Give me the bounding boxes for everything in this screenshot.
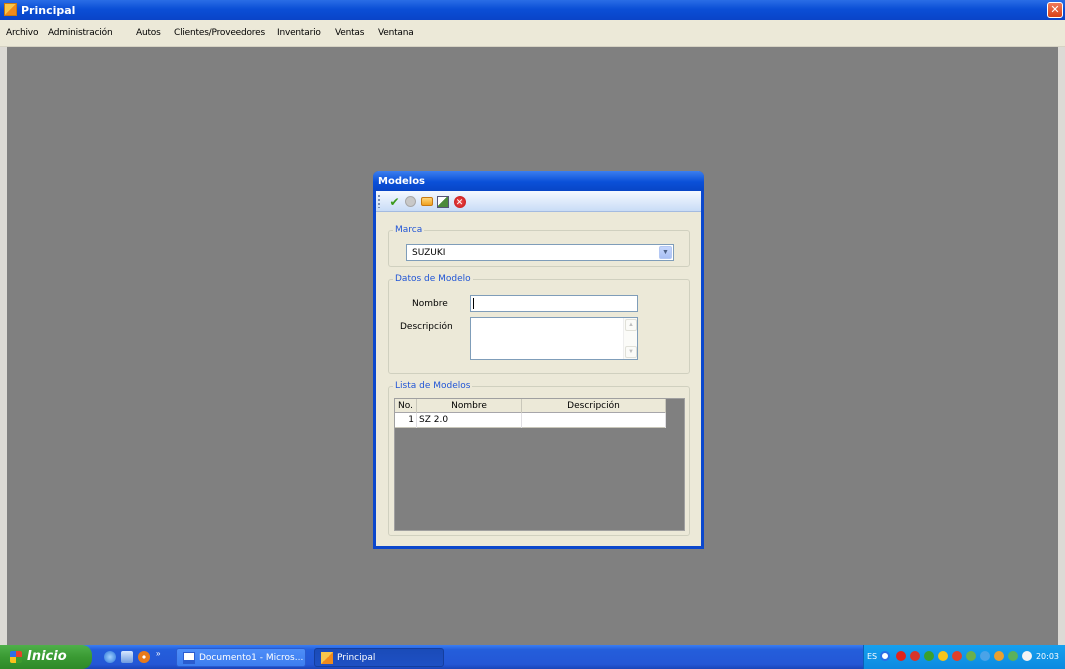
close-circle-icon: ✕ bbox=[453, 195, 466, 208]
scroll-up-icon[interactable]: ▲ bbox=[625, 319, 637, 331]
text-caret bbox=[473, 298, 474, 309]
modelos-window: Modelos ✔ ✕ Marca SUZUKI ▼ Datos de Mode… bbox=[373, 171, 704, 549]
lista-modelos-legend: Lista de Modelos bbox=[393, 381, 473, 391]
cell-nombre[interactable]: SZ 2.0 bbox=[417, 413, 522, 428]
descripcion-label: Descripción bbox=[400, 322, 453, 332]
modelos-title: Modelos bbox=[378, 176, 426, 187]
edit-icon bbox=[420, 197, 433, 206]
internet-explorer-icon[interactable] bbox=[104, 651, 116, 663]
descripcion-textarea[interactable]: ▲ ▼ bbox=[470, 317, 638, 360]
edit-button[interactable] bbox=[419, 194, 434, 209]
menu-inventario[interactable]: Inventario bbox=[277, 28, 321, 38]
start-button[interactable]: Inicio bbox=[0, 645, 92, 669]
nombre-label: Nombre bbox=[412, 299, 448, 309]
tray-icon[interactable] bbox=[952, 651, 962, 661]
datos-modelo-legend: Datos de Modelo bbox=[393, 274, 473, 284]
tray-icon[interactable] bbox=[910, 651, 920, 661]
clock[interactable]: 20:03 bbox=[1036, 652, 1059, 661]
media-player-icon[interactable] bbox=[138, 651, 150, 663]
disabled-circle-icon bbox=[405, 196, 416, 207]
toolbar-grip[interactable] bbox=[378, 195, 380, 208]
tray-icon[interactable] bbox=[980, 651, 990, 661]
close-window-button[interactable]: ✕ bbox=[1047, 2, 1063, 18]
system-tray: ES 20:03 bbox=[863, 645, 1065, 669]
column-header-no[interactable]: No. bbox=[395, 399, 417, 413]
modelos-grid[interactable]: No. Nombre Descripción 1 SZ 2.0 bbox=[394, 398, 685, 531]
task-label: Documento1 - Micros... bbox=[199, 653, 304, 663]
menu-clientes-proveedores[interactable]: Clientes/Proveedores bbox=[174, 28, 265, 38]
task-label: Principal bbox=[337, 653, 376, 663]
app-icon bbox=[321, 652, 333, 664]
start-label: Inicio bbox=[27, 649, 67, 664]
grid-header: No. Nombre Descripción bbox=[395, 399, 666, 413]
descripcion-scrollbar[interactable]: ▲ ▼ bbox=[623, 318, 637, 359]
marca-select-value: SUZUKI bbox=[412, 248, 446, 258]
marca-legend: Marca bbox=[393, 225, 425, 235]
marca-group: Marca SUZUKI ▼ bbox=[388, 225, 690, 267]
tray-icon[interactable] bbox=[994, 651, 1004, 661]
cell-no[interactable]: 1 bbox=[395, 413, 417, 428]
accept-button[interactable]: ✔ bbox=[387, 194, 402, 209]
menubar: Archivo Administración Autos Clientes/Pr… bbox=[0, 20, 1065, 47]
tray-icon[interactable] bbox=[924, 651, 934, 661]
tray-icon[interactable] bbox=[1022, 651, 1032, 661]
app-icon bbox=[4, 3, 17, 16]
export-icon bbox=[436, 195, 449, 208]
tray-icon[interactable] bbox=[896, 651, 906, 661]
menu-ventana[interactable]: Ventana bbox=[378, 28, 414, 38]
window-right-border bbox=[1058, 47, 1065, 645]
menu-autos[interactable]: Autos bbox=[136, 28, 161, 38]
menu-ventas[interactable]: Ventas bbox=[335, 28, 364, 38]
disabled-button[interactable] bbox=[403, 194, 418, 209]
menu-archivo[interactable]: Archivo bbox=[6, 28, 38, 38]
taskbar: Inicio » Documento1 - Micros... Principa… bbox=[0, 645, 1065, 669]
task-button-principal[interactable]: Principal bbox=[314, 648, 444, 667]
window-left-border bbox=[0, 47, 7, 645]
menu-administracion[interactable]: Administración bbox=[48, 28, 113, 38]
lista-modelos-group: Lista de Modelos No. Nombre Descripción … bbox=[388, 381, 690, 536]
tray-icon[interactable] bbox=[966, 651, 976, 661]
column-header-descripcion[interactable]: Descripción bbox=[522, 399, 666, 413]
modelos-toolbar: ✔ ✕ bbox=[376, 191, 701, 212]
tray-icon[interactable] bbox=[938, 651, 948, 661]
task-button-documento[interactable]: Documento1 - Micros... bbox=[176, 648, 306, 667]
word-document-icon bbox=[183, 652, 195, 664]
column-header-nombre[interactable]: Nombre bbox=[417, 399, 522, 413]
main-titlebar: Principal ✕ bbox=[0, 0, 1065, 20]
modelos-titlebar[interactable]: Modelos bbox=[373, 171, 704, 191]
nombre-input[interactable] bbox=[470, 295, 638, 312]
cancel-button[interactable]: ✕ bbox=[452, 194, 467, 209]
export-button[interactable] bbox=[435, 194, 450, 209]
quick-launch-more-icon[interactable]: » bbox=[156, 649, 160, 658]
tray-icon[interactable] bbox=[1008, 651, 1018, 661]
marca-select[interactable]: SUZUKI ▼ bbox=[406, 244, 674, 261]
check-icon: ✔ bbox=[389, 194, 400, 209]
window-title: Principal bbox=[21, 4, 76, 17]
scroll-down-icon[interactable]: ▼ bbox=[625, 346, 637, 358]
cell-descripcion[interactable] bbox=[522, 413, 666, 428]
chevron-down-icon[interactable]: ▼ bbox=[659, 246, 672, 259]
table-row[interactable]: 1 SZ 2.0 bbox=[395, 413, 666, 428]
show-desktop-icon[interactable] bbox=[121, 651, 133, 663]
windows-flag-icon bbox=[10, 651, 22, 663]
tray-icon[interactable] bbox=[880, 651, 890, 661]
datos-modelo-group: Datos de Modelo Nombre Descripción ▲ ▼ bbox=[388, 274, 690, 374]
language-indicator[interactable]: ES bbox=[867, 652, 877, 661]
